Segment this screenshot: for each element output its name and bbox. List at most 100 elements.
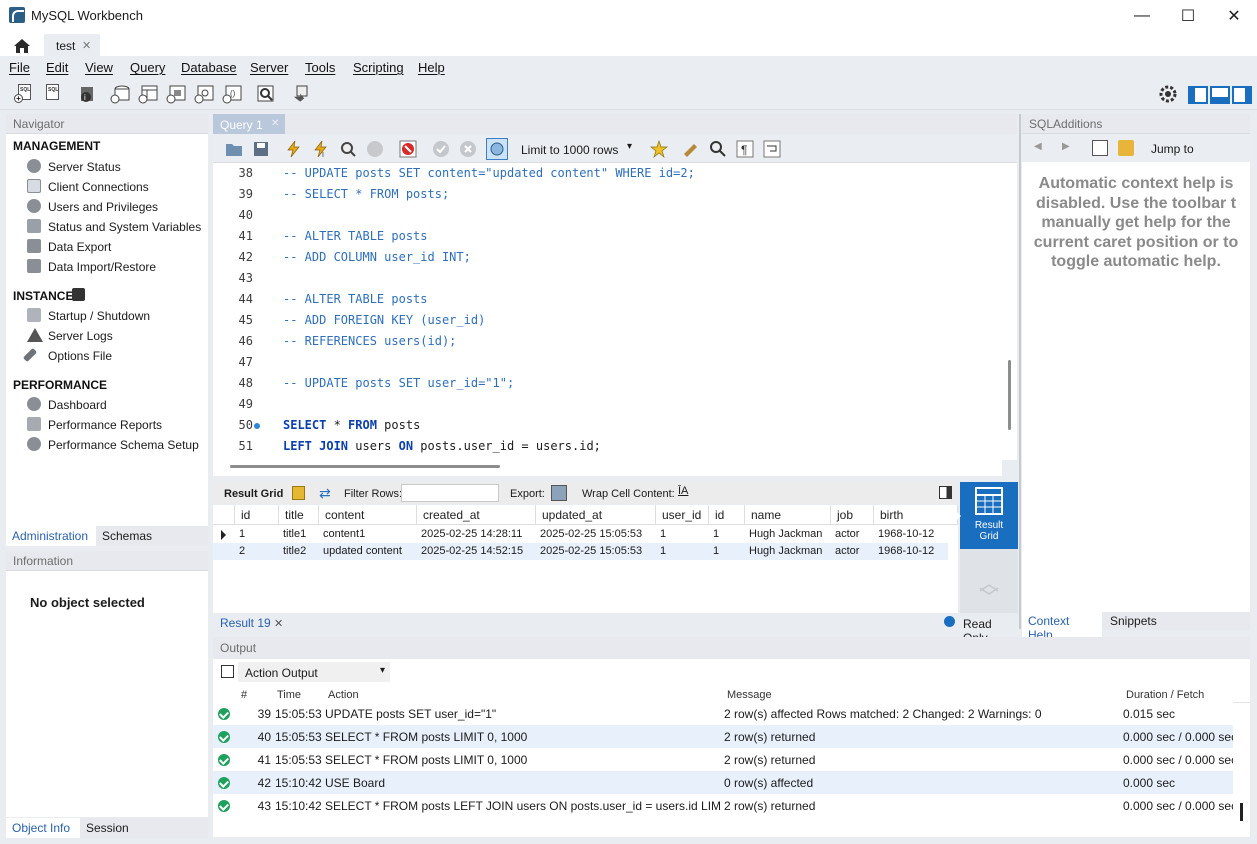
nav-client-connections[interactable]: Client Connections [48,180,149,194]
grid-column-header[interactable]: name [745,505,831,525]
nav-data-export[interactable]: Data Export [48,240,111,254]
output-scrollbar[interactable] [1240,803,1243,821]
tab-schemas[interactable]: Schemas [96,526,158,546]
table-cell[interactable]: Hugh Jackman [743,543,829,560]
table-cell[interactable]: 1968-10-12 [872,526,956,543]
toggle-stop-on-error-icon[interactable] [399,140,417,158]
list-item[interactable]: 43 15:10:42 SELECT * FROM posts LEFT JOIN … [213,794,1233,817]
result-tab-label[interactable]: Result 19 [220,616,271,630]
nav-performance-reports[interactable]: Performance Reports [48,418,162,432]
wrap-cell-icon[interactable]: ĪA [678,485,688,497]
table-cell[interactable]: title2 [277,543,317,560]
sql-editor[interactable]: 38 -- UPDATE posts SET content="updated c… [213,163,1002,460]
nav-status-system-variables[interactable]: Status and System Variables [48,220,201,234]
invisible-chars-pilcrow-icon[interactable]: ¶ [736,140,754,158]
table-cell[interactable]: 2025-02-25 14:28:11 [415,526,534,543]
back-arrow-icon[interactable]: ◀ [1034,141,1042,152]
toggle-secondary-sidebar-icon[interactable] [1232,86,1252,104]
query-tab[interactable]: Query 1 ✕ [213,114,285,134]
close-tab-icon[interactable]: ✕ [82,39,91,52]
list-item[interactable]: 41 15:05:53 SELECT * FROM posts LIMIT 0, 1… [213,748,1233,771]
table-cell[interactable]: 1968-10-12 [872,543,956,560]
editor-hscrollbar[interactable] [230,465,500,468]
result-grid-button[interactable]: Result Grid [960,482,1018,549]
table-cell[interactable]: content1 [317,526,415,543]
add-snippet-star-icon[interactable] [650,139,668,159]
grid-column-header[interactable]: content [319,505,417,525]
menu-database[interactable]: Database [181,60,237,75]
table-cell[interactable]: 2025-02-25 15:05:53 [534,543,654,560]
grid-column-header[interactable]: created_at [417,505,536,525]
manual-help-icon[interactable] [1092,140,1108,156]
result-grid[interactable]: id title content created_at updated_at user_i… [213,505,958,613]
open-file-icon[interactable] [225,140,243,158]
table-cell[interactable]: 1 [654,526,707,543]
tab-administration[interactable]: Administration [6,526,96,546]
table-cell[interactable]: 1 [707,526,743,543]
menu-query[interactable]: Query [130,60,165,75]
close-window-button[interactable]: ✕ [1211,0,1257,32]
nav-options-file[interactable]: Options File [48,349,112,363]
nav-server-status[interactable]: Server Status [48,160,121,174]
auto-help-icon[interactable] [1118,140,1134,156]
preferences-gear-icon[interactable] [1157,84,1179,104]
menu-server[interactable]: Server [250,60,288,75]
toggle-result-panel-icon[interactable] [939,486,952,499]
tab-snippets[interactable]: Snippets [1104,611,1163,631]
execute-all-lightning-icon[interactable] [285,140,303,158]
export-icon[interactable] [551,485,567,501]
grid-column-header[interactable]: title [279,505,319,525]
grid-column-header[interactable]: id [709,505,745,525]
copy-output-icon[interactable] [221,665,234,678]
toggle-output-icon[interactable] [1210,86,1230,104]
filter-rows-input[interactable] [401,484,499,502]
nav-dashboard[interactable]: Dashboard [48,398,107,412]
nav-users-privileges[interactable]: Users and Privileges [48,200,158,214]
create-view-icon[interactable] [166,84,188,104]
execute-current-lightning-icon[interactable]: I [312,140,330,159]
home-tab[interactable] [6,34,38,56]
menu-tools[interactable]: Tools [305,60,335,75]
menu-scripting[interactable]: Scripting [353,60,404,75]
menu-file[interactable]: File [9,60,30,75]
table-cell[interactable]: 2025-02-25 15:05:53 [534,526,654,543]
close-query-tab-icon[interactable]: ✕ [271,118,279,129]
connection-tab-test[interactable]: test ✕ [44,34,100,56]
table-cell[interactable]: Hugh Jackman [743,526,829,543]
table-cell[interactable]: 1 [233,526,277,543]
more-panels-chevron-icon[interactable]: ︿ ﹀ [978,574,1000,609]
grid-column-header[interactable]: user_id [656,505,709,525]
list-item[interactable]: 39 15:05:53 UPDATE posts SET user_id="1" 2 … [213,702,1233,725]
jump-to-select[interactable]: Jump to [1151,142,1194,156]
nav-data-import-restore[interactable]: Data Import/Restore [48,260,156,274]
table-cell[interactable]: 2025-02-25 14:52:15 [415,543,534,560]
grid-column-header[interactable]: id [235,505,279,525]
table-cell[interactable]: 1 [654,543,707,560]
search-table-data-icon[interactable] [255,84,277,104]
reconnect-icon[interactable] [289,84,311,104]
rollback-icon[interactable] [459,140,477,158]
autocommit-toggle-icon[interactable] [486,138,508,160]
grid-column-header[interactable]: birth [874,505,958,525]
table-cell[interactable]: actor [829,526,872,543]
create-function-icon[interactable]: () [222,84,244,104]
save-file-icon[interactable] [252,140,270,158]
close-result-tab-icon[interactable]: ✕ [274,617,283,630]
refresh-icon[interactable]: ⇄ [319,485,331,502]
editor-vscrollbar[interactable] [1008,360,1011,430]
tab-session[interactable]: Session [80,818,135,838]
create-schema-icon[interactable] [110,84,132,104]
menu-help[interactable]: Help [418,60,445,75]
new-sql-tab-icon[interactable]: SQL + [14,84,36,104]
commit-check-icon[interactable] [432,140,450,158]
create-procedure-icon[interactable] [194,84,216,104]
tab-object-info[interactable]: Object Info [6,818,80,838]
inspect-object-icon[interactable]: i [77,84,99,104]
forward-arrow-icon[interactable]: ▶ [1062,141,1070,152]
output-mode-select[interactable]: Action Output ▾ [238,662,390,682]
stop-hand-icon[interactable] [366,140,384,158]
toggle-sidebar-icon[interactable] [1188,86,1208,104]
nav-startup-shutdown[interactable]: Startup / Shutdown [48,309,150,323]
grid-column-header[interactable]: updated_at [536,505,656,525]
menu-edit[interactable]: Edit [46,60,68,75]
